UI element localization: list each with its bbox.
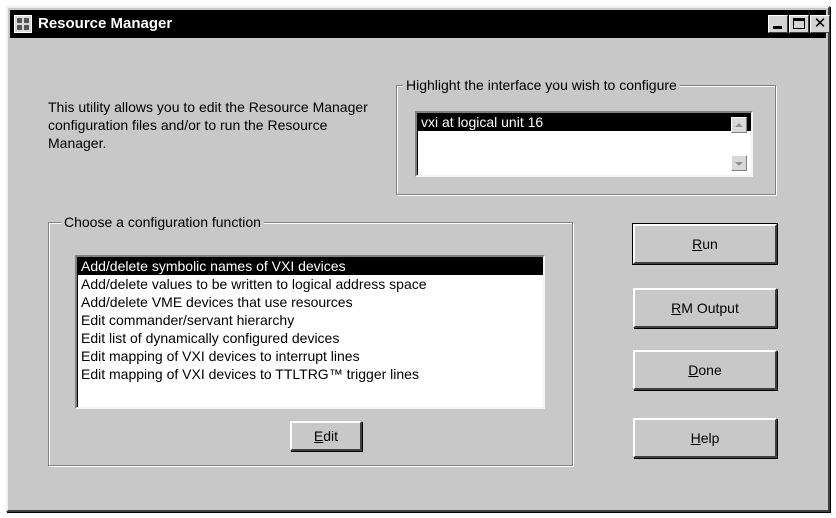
help-button-mnemonic: H [690,430,701,446]
done-button-mnemonic: D [688,362,699,378]
list-item[interactable]: vxi at logical unit 16 [417,113,751,131]
list-item[interactable]: Add/delete values to be written to logic… [77,275,543,293]
list-item[interactable]: Edit list of dynamically configured devi… [77,329,543,347]
done-button[interactable]: Done [633,350,777,390]
done-button-label: one [698,362,722,378]
title-bar[interactable]: Resource Manager ✕ [10,10,830,38]
run-button-mnemonic: R [692,236,703,252]
list-item[interactable]: Edit mapping of VXI devices to interrupt… [77,347,543,365]
scroll-down-arrow-icon[interactable] [731,155,747,171]
list-item[interactable]: Add/delete VME devices that use resource… [77,293,543,311]
config-groupbox: Choose a configuration function Add/dele… [48,213,573,466]
edit-button[interactable]: Edit [290,421,362,451]
run-button-label: un [702,236,718,252]
grid-app-icon[interactable] [14,15,32,33]
list-item[interactable]: Edit mapping of VXI devices to TTLTRG™ t… [77,365,543,383]
config-groupbox-label: Choose a configuration function [61,213,264,231]
edit-button-label: dit [323,428,339,444]
list-item[interactable]: Edit commander/servant hierarchy [77,311,543,329]
help-button-label: elp [700,430,720,446]
edit-button-mnemonic: E [313,428,324,444]
minimize-icon [773,26,782,29]
interface-groupbox: Highlight the interface you wish to conf… [396,76,776,195]
minimize-button[interactable] [768,15,788,33]
config-function-listbox[interactable]: Add/delete symbolic names of VXI devices… [75,255,545,409]
interface-groupbox-label: Highlight the interface you wish to conf… [403,76,680,94]
resource-manager-window: Resource Manager ✕ This utility allows y… [6,6,830,512]
rm-output-button[interactable]: RM Output [633,288,777,328]
run-button[interactable]: Run [632,223,778,265]
rm-output-button-mnemonic: R [671,300,682,316]
list-item[interactable]: Add/delete symbolic names of VXI devices [77,257,543,275]
maximize-icon [793,18,805,29]
maximize-button[interactable] [789,15,809,33]
close-icon: ✕ [813,15,827,32]
scroll-up-arrow-icon[interactable] [731,117,747,133]
help-button[interactable]: Help [633,418,777,458]
description-text: This utility allows you to edit the Reso… [48,99,368,151]
window-title: Resource Manager [38,15,173,32]
rm-output-button-label: M Output [681,300,739,316]
interface-listbox[interactable]: vxi at logical unit 16 [415,111,753,177]
close-button[interactable]: ✕ [810,15,830,33]
